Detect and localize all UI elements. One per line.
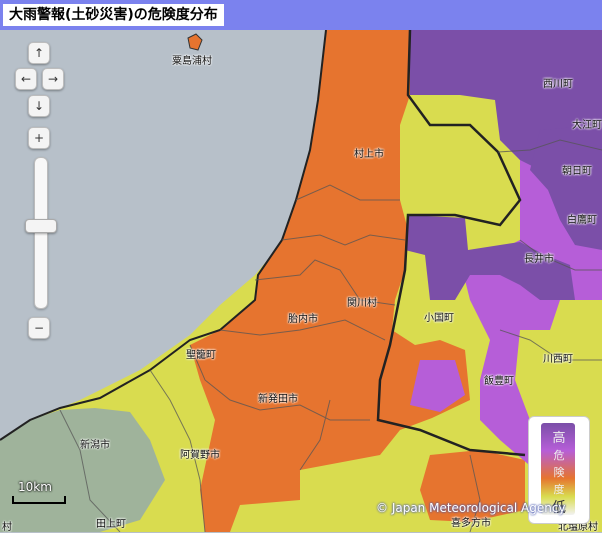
place-label: 阿賀野市: [180, 450, 220, 461]
pan-down-button[interactable]: ↓: [28, 95, 50, 117]
place-label: 村上市: [354, 149, 384, 160]
place-label: 飯豊町: [484, 376, 514, 387]
place-label: 川西町: [543, 354, 573, 365]
place-label: 村: [2, 522, 12, 533]
place-label: 白鷹町: [567, 215, 597, 226]
page-title: 大雨警報(土砂災害)の危険度分布: [3, 4, 224, 26]
place-label: 朝日町: [562, 166, 592, 177]
zoom-in-button[interactable]: +: [28, 127, 50, 149]
scale-bar: [12, 496, 66, 504]
scale-label: 10km: [18, 480, 52, 494]
risk-map[interactable]: [0, 0, 602, 532]
place-label: 粟島浦村: [172, 56, 212, 67]
place-label: 長井市: [524, 254, 554, 265]
place-label: 喜多方市: [451, 518, 491, 529]
plain-area: [0, 408, 165, 532]
place-label: 新発田市: [258, 394, 298, 405]
legend-danger-label: 危険度: [553, 449, 565, 496]
pan-up-button[interactable]: ↑: [28, 42, 50, 64]
place-label: 大江町: [572, 120, 602, 131]
place-label: 西川町: [543, 79, 573, 90]
place-label: 聖籠町: [186, 350, 216, 361]
title-bar: 大雨警報(土砂災害)の危険度分布: [0, 0, 602, 30]
place-label: 田上町: [96, 519, 126, 530]
place-label: 新潟市: [80, 440, 110, 451]
legend-high-label: 高: [552, 431, 566, 446]
zoom-slider-track[interactable]: [34, 157, 48, 309]
place-label: 胎内市: [288, 314, 318, 325]
pan-right-button[interactable]: →: [42, 68, 64, 90]
zoom-slider-handle[interactable]: [25, 219, 57, 233]
pan-left-button[interactable]: ←: [15, 68, 37, 90]
place-label: 関川村: [347, 298, 377, 309]
place-label: 小国町: [424, 313, 454, 324]
zoom-out-button[interactable]: −: [28, 317, 50, 339]
copyright-notice: © Japan Meteorological Agency: [376, 501, 566, 515]
